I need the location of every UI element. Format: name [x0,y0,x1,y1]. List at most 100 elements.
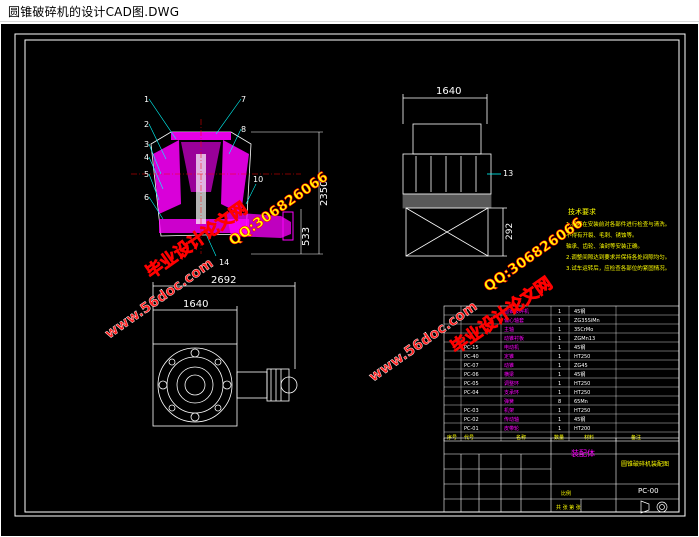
bom-cell-no: PC-06 [464,372,479,378]
bom-cell-material: HT250 [574,390,590,396]
bom-cell-name: 动锥 [504,362,514,369]
part-label-1: 1 [144,95,149,104]
bom-header-cell: 材料 [584,434,594,441]
window-titlebar: 圆锥破碎机的设计CAD图.DWG [0,0,699,22]
part-label-14: 14 [219,258,229,267]
bom-cell-material: 45钢 [574,344,585,351]
bom-cell-no: PC-02 [464,417,479,423]
bom-cell-name: 主轴 [504,326,514,333]
bom-row: 弹簧 8 65Mn [504,398,588,405]
bom-cell-qty: 1 [558,426,561,432]
bom-cell-name: 调整环 [504,380,519,387]
tb-assembly: 装配体 [571,448,595,458]
bom-cell-qty: 8 [558,399,561,405]
bom-cell-material: 65Mn [574,399,588,405]
bom-cell-qty: 1 [558,336,561,342]
bom-header-cell: 代号 [464,434,474,441]
part-label-2: 2 [144,120,149,129]
bom-cell-name: 机架 [504,407,514,414]
bom-cell-name: 动锥衬板 [504,335,524,342]
title-block [443,437,680,513]
bom-cell-no: PC-07 [464,363,479,369]
bom-cell-material: HT250 [574,354,590,360]
tb-scale-label: 比例 [561,490,571,497]
part-label-4: 4 [144,153,149,162]
tb-drawing-title: 圆锥破碎机装配图 [621,460,669,468]
bom-cell-name: 传动轴 [504,416,519,423]
bom-cell-no: PC-01 [464,426,479,432]
cad-drawing-canvas[interactable]: 1 2 3 4 5 6 7 8 10 14 2350 533 1640 13 2… [1,24,698,536]
bom-cell-qty: 1 [558,372,561,378]
dim-plan-outer: 2692 [211,275,236,286]
bom-cell-qty: 1 [558,390,561,396]
part-label-13: 13 [503,169,513,178]
bom-cell-material: 35CrMo [574,327,593,333]
bom-cell-material: HT250 [574,408,590,414]
bom-row: PC-15 电动机 1 45钢 [464,344,585,351]
bom-cell-material: HT200 [574,426,590,432]
bom-row: 主轴 1 35CrMo [504,326,593,333]
bom-cell-qty: 1 [558,354,561,360]
window-title: 圆锥破碎机的设计CAD图.DWG [8,5,180,19]
bom-header-cell: 备注 [631,434,641,441]
bom-row: 偏心轴套 1 ZG35SiMn [504,317,600,324]
bom-cell-qty: 1 [558,408,561,414]
tech-note-5: 3.试车运转后，应检查各部位的紧固情况。 [566,264,670,272]
bom-row: PC-04 支承环 1 HT250 [464,389,590,396]
bom-cell-material: 45钢 [574,371,585,378]
part-label-7: 7 [241,95,246,104]
bom-cell-name: 定锥 [504,353,514,360]
plan-view [152,282,298,427]
bom-cell-material: ZG45 [574,363,588,369]
dim-top-width: 1640 [436,86,461,97]
bom-cell-material: 45钢 [574,308,585,315]
dim-lower: 533 [301,227,312,246]
side-view [402,94,507,257]
bom-row: PC-05 调整环 1 HT250 [464,380,590,387]
drawing-border-outer [14,33,686,517]
bom-header-cell: 数量 [554,434,564,441]
bom-cell-qty: 1 [558,417,561,423]
bom-cell-qty: 1 [558,345,561,351]
bom-cell-no: PC-03 [464,408,479,414]
bom-cell-no: PC-40 [464,354,479,360]
part-label-3: 3 [144,140,149,149]
tech-requirements: 技术要求 1.机器在安装前对各部件进行检查与清洗。 不得有开裂、毛刺、锈蚀等。 … [566,207,670,272]
tech-title: 技术要求 [568,207,596,216]
part-label-10: 10 [253,175,263,184]
bom-row: PC-40 定锥 1 HT250 [464,353,590,360]
bom-header-cell: 名称 [516,434,526,441]
projection-symbol [640,500,668,514]
bom-cell-name: 支承环 [504,389,519,396]
bom-row: 动锥衬板 1 ZGMn13 [504,335,595,342]
bom-row: PC-01 皮带轮 1 HT200 [464,425,590,432]
bom-cell-no: PC-05 [464,381,479,387]
bom-cell-qty: 1 [558,327,561,333]
bom-cell-material: ZGMn13 [574,336,595,342]
dim-plan-inner: 1640 [183,299,208,310]
bom-cell-material: HT250 [574,381,590,387]
part-label-6: 6 [144,193,149,202]
bom-cell-name: 横梁 [504,371,514,378]
bom-row: PC-03 机架 1 HT250 [464,407,590,414]
bom-header-cell: 序号 [447,434,457,441]
tb-drawing-no: PC-00 [638,487,659,495]
tb-sheet-label: 共 张 第 张 [556,504,581,511]
tech-note-4: 2.调整间隙达到要求并保持各处间隙均匀。 [566,253,670,261]
bom-cell-qty: 1 [558,309,561,315]
bom-row: PC-02 传动轴 1 45钢 [464,416,585,423]
tech-note-3: 轴承、齿轮、油封等安装正确。 [566,242,643,250]
bom-cell-qty: 1 [558,363,561,369]
cad-drawing-svg: 1 2 3 4 5 6 7 8 10 14 2350 533 1640 13 2… [14,33,686,517]
bom-cell-material: 45钢 [574,416,585,423]
bom-cell-name: 电动机 [504,344,519,351]
bom-cell-name: 皮带轮 [504,425,519,432]
bom-cell-qty: 1 [558,381,561,387]
bom-cell-name: 弹簧 [504,398,514,405]
dim-side-height: 292 [505,223,515,240]
bom-row: PC-06 横梁 1 45钢 [464,371,585,378]
bom-cell-material: ZG35SiMn [574,318,600,324]
bom-cell-no: PC-04 [464,390,479,396]
part-label-5: 5 [144,170,149,179]
part-label-8: 8 [241,125,246,134]
